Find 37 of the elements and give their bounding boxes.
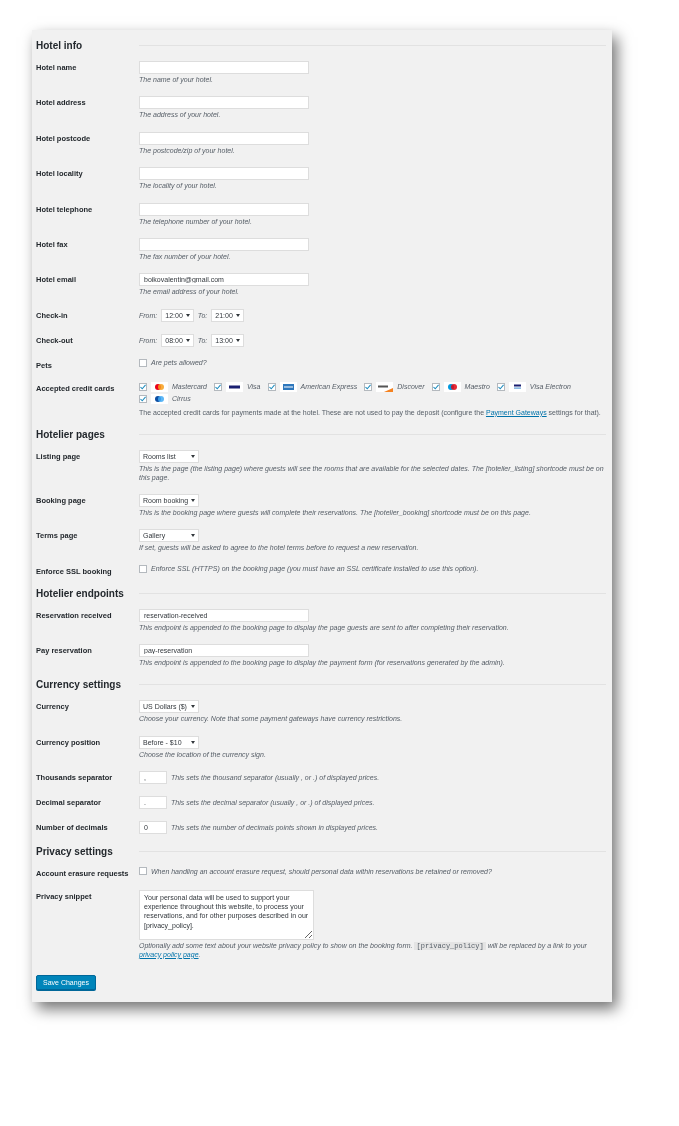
checkbox[interactable]	[431, 382, 440, 391]
checkbox[interactable]	[139, 867, 147, 876]
checkbox[interactable]	[139, 564, 147, 573]
card-logo-icon	[508, 381, 526, 392]
caret-icon	[191, 498, 196, 502]
card-logo-icon	[226, 381, 243, 392]
caret-icon	[235, 313, 240, 317]
caret-icon	[191, 534, 195, 538]
section-heading: Hotelier pages	[36, 429, 106, 441]
section-heading: Hotel info	[36, 40, 84, 51]
section-heading: Hotelier endpoints	[36, 587, 125, 599]
text-field[interactable]	[139, 202, 309, 216]
section-heading: Privacy settings	[36, 846, 114, 858]
card-logo-icon	[376, 381, 394, 392]
text-field[interactable]	[139, 167, 309, 181]
caret-icon	[185, 338, 190, 342]
text-field[interactable]	[139, 131, 309, 145]
caret-icon	[191, 705, 195, 709]
checkbox[interactable]	[139, 382, 147, 391]
caret-icon	[235, 338, 240, 342]
checkbox[interactable]	[267, 382, 276, 391]
section-heading: Currency settings	[36, 679, 123, 691]
text-field[interactable]	[139, 237, 309, 251]
checkbox[interactable]	[139, 358, 147, 367]
checkbox[interactable]	[496, 382, 505, 391]
caret-icon	[191, 455, 195, 459]
card-logo-icon	[443, 381, 461, 392]
checkbox[interactable]	[364, 382, 373, 391]
card-logo-icon	[279, 381, 297, 392]
checkbox[interactable]	[139, 394, 147, 403]
caret-icon	[191, 740, 195, 744]
text-field[interactable]	[139, 96, 309, 110]
caret-icon	[185, 313, 190, 317]
card-logo-icon	[151, 381, 168, 392]
checkbox[interactable]	[214, 382, 222, 391]
card-logo-icon	[151, 393, 168, 404]
text-field[interactable]	[139, 61, 309, 74]
